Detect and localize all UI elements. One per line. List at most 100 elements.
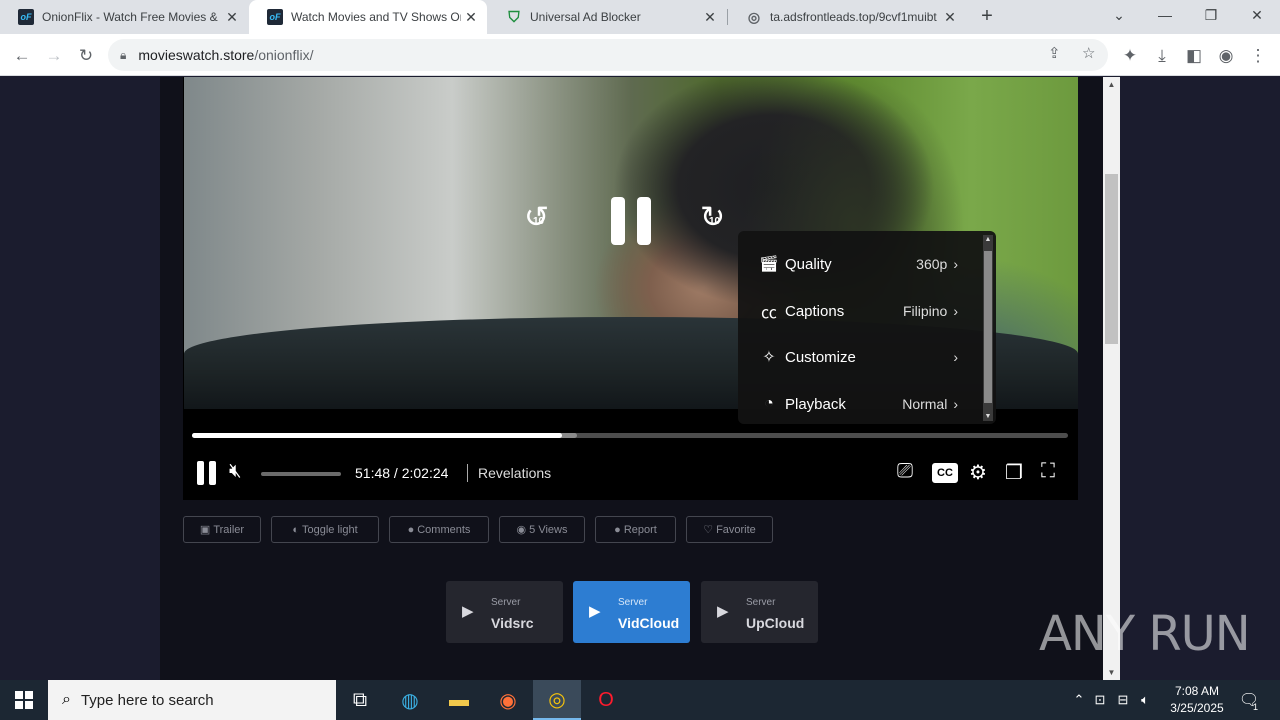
server-caption: Server bbox=[746, 597, 776, 608]
picture-in-picture-icon[interactable]: ❐ bbox=[1005, 460, 1023, 485]
toggle-light-button[interactable]: ◐ Toggle light bbox=[271, 516, 379, 543]
warning-icon: ● bbox=[614, 523, 621, 536]
address-bar[interactable]: 🔒︎ movieswatch.store/onionflix/ ⇪ ☆ bbox=[108, 39, 1108, 71]
server-caption: Server bbox=[618, 597, 648, 608]
seek-bar[interactable] bbox=[192, 433, 1068, 438]
volume-icon[interactable]: 🔈︎ bbox=[1134, 692, 1156, 708]
rewind-10-button[interactable]: ↺ 10 bbox=[524, 200, 549, 235]
muted-volume-icon[interactable]: 🔇︎ bbox=[229, 460, 242, 483]
fullscreen-icon[interactable]: ⛶ bbox=[1041, 460, 1055, 483]
menu-kebab-icon[interactable]: ⋮ bbox=[1244, 42, 1272, 70]
views-button[interactable]: ◉ 5 Views bbox=[499, 516, 585, 543]
favorite-button[interactable]: ♡ Favorite bbox=[686, 516, 773, 543]
close-window-button[interactable]: ✕ bbox=[1234, 0, 1280, 30]
tray-chevron-icon[interactable]: ⌃ bbox=[1070, 692, 1088, 708]
onionflix-icon: oF bbox=[267, 9, 283, 25]
pause-bar bbox=[611, 197, 625, 245]
time-display: 51:48 / 2:02:24 bbox=[355, 465, 449, 481]
comment-icon: ● bbox=[407, 523, 415, 536]
settings-item-captions[interactable]: ㏄ Captions Filipino › bbox=[758, 296, 958, 326]
bookmark-star-icon[interactable]: ☆ bbox=[1082, 44, 1095, 62]
extensions-icon[interactable]: ✦ bbox=[1116, 42, 1144, 70]
toggle-light-label: Toggle light bbox=[302, 523, 358, 536]
clapperboard-icon: 🎬︎ bbox=[758, 256, 780, 273]
page-scrollbar[interactable]: ▲ ▼ bbox=[1103, 77, 1120, 680]
cc-icon: ㏄ bbox=[760, 305, 777, 322]
report-button[interactable]: ● Report bbox=[595, 516, 676, 543]
play-icon: ▶ bbox=[717, 603, 729, 620]
globe-icon: ◎ bbox=[747, 8, 761, 25]
profile-avatar-icon[interactable]: ◉ bbox=[1212, 42, 1240, 70]
trailer-button[interactable]: ▣ Trailer bbox=[183, 516, 261, 543]
settings-item-customize[interactable]: ✧ Customize › bbox=[758, 342, 958, 372]
side-panel-icon[interactable]: ◧ bbox=[1180, 42, 1208, 70]
security-icon[interactable]: ⊡ bbox=[1088, 692, 1112, 708]
tab-watch-movies[interactable]: oF Watch Movies and TV Shows On ✕ bbox=[249, 0, 487, 34]
scroll-up-arrow-icon[interactable]: ▲ bbox=[1103, 80, 1120, 89]
server-upcloud[interactable]: ▶ Server UpCloud bbox=[701, 581, 818, 643]
settings-gear-icon[interactable]: ⚙ bbox=[969, 460, 987, 485]
windows-logo-icon bbox=[15, 691, 33, 709]
opera-icon[interactable]: O bbox=[582, 680, 630, 720]
tab-strip: oF OnionFlix - Watch Free Movies & ✕ oF … bbox=[0, 0, 1280, 34]
volume-slider[interactable] bbox=[261, 472, 341, 476]
forward-10-button[interactable]: ↻ 10 bbox=[700, 200, 725, 235]
scroll-up-arrow-icon[interactable]: ▲ bbox=[983, 236, 993, 243]
back-button[interactable]: ← bbox=[8, 42, 36, 70]
captions-button[interactable]: CC bbox=[932, 463, 958, 483]
tab-title: Universal Ad Blocker bbox=[530, 10, 641, 24]
scroll-down-arrow-icon[interactable]: ▼ bbox=[1103, 668, 1120, 677]
scrollbar-thumb[interactable] bbox=[984, 251, 992, 403]
search-icon: ⌕ bbox=[62, 691, 71, 708]
comments-button[interactable]: ● Comments bbox=[389, 516, 489, 543]
settings-item-playback[interactable]: ◔ Playback Normal › bbox=[758, 389, 958, 419]
file-explorer-icon[interactable]: ▬ bbox=[435, 680, 483, 720]
reload-button[interactable]: ↻ bbox=[72, 42, 100, 70]
control-bar: 🔇︎ 51:48 / 2:02:24 Revelations ⎚ CC ⚙ ❐ … bbox=[183, 454, 1078, 494]
chrome-icon[interactable]: ◎ bbox=[533, 680, 581, 720]
chevron-right-icon: › bbox=[953, 256, 958, 272]
restore-button[interactable]: ❐ bbox=[1188, 0, 1234, 30]
close-tab-icon[interactable]: ✕ bbox=[700, 9, 720, 26]
server-vidcloud[interactable]: ▶ Server VidCloud bbox=[573, 581, 690, 643]
trailer-label: Trailer bbox=[213, 523, 245, 536]
tab-onionflix[interactable]: oF OnionFlix - Watch Free Movies & ✕ bbox=[0, 0, 248, 34]
center-pause-button[interactable] bbox=[611, 197, 651, 245]
played-fill bbox=[192, 433, 562, 438]
cast-icon[interactable]: ⎚ bbox=[897, 460, 913, 483]
taskbar-search[interactable]: ⌕ Type here to search bbox=[48, 680, 336, 720]
tab-ads[interactable]: ◎ ta.adsfrontleads.top/9cvf1muibt ✕ bbox=[728, 0, 966, 34]
share-icon[interactable]: ⇪ bbox=[1048, 44, 1061, 62]
close-tab-icon[interactable]: ✕ bbox=[461, 9, 481, 26]
playback-value: Normal bbox=[902, 396, 948, 412]
notification-center-icon[interactable]: 🗨︎ 1 bbox=[1232, 680, 1266, 720]
download-icon[interactable]: ⤓ bbox=[1148, 42, 1176, 70]
server-vidsrc[interactable]: ▶ Server Vidsrc bbox=[446, 581, 563, 643]
pause-button[interactable] bbox=[197, 461, 219, 485]
edge-icon[interactable]: ◍ bbox=[386, 680, 434, 720]
tab-search-icon[interactable]: ⌄ bbox=[1096, 0, 1142, 30]
scrollbar-thumb[interactable] bbox=[1105, 174, 1118, 344]
new-tab-button[interactable]: + bbox=[976, 5, 998, 28]
scroll-down-arrow-icon[interactable]: ▼ bbox=[983, 413, 993, 420]
settings-scrollbar[interactable]: ▲ ▼ bbox=[983, 235, 993, 421]
tab-title: ta.adsfrontleads.top/9cvf1muibt bbox=[770, 10, 937, 24]
close-tab-icon[interactable]: ✕ bbox=[222, 9, 242, 26]
settings-item-quality[interactable]: 🎬︎ Quality 360p › bbox=[758, 249, 958, 279]
quality-value: 360p bbox=[916, 256, 948, 272]
adjust-icon: ◐ bbox=[292, 523, 299, 536]
search-placeholder: Type here to search bbox=[80, 691, 214, 709]
server-name: VidCloud bbox=[618, 615, 680, 631]
shield-icon: ⛉ bbox=[508, 8, 520, 26]
tab-ad-blocker[interactable]: ⛉ Universal Ad Blocker ✕ bbox=[488, 0, 726, 34]
close-tab-icon[interactable]: ✕ bbox=[940, 9, 960, 26]
firefox-icon[interactable]: ◉ bbox=[484, 680, 532, 720]
start-button[interactable] bbox=[0, 680, 48, 720]
network-icon[interactable]: ⊟ bbox=[1112, 692, 1134, 708]
task-view-icon[interactable]: ⧉ bbox=[336, 680, 384, 720]
minimize-button[interactable]: — bbox=[1142, 0, 1188, 30]
forward-seconds-label: 10 bbox=[709, 216, 721, 227]
forward-button[interactable]: → bbox=[40, 42, 68, 70]
taskbar-clock[interactable]: 7:08 AM 3/25/2025 bbox=[1162, 683, 1232, 717]
onionflix-icon: oF bbox=[18, 9, 34, 25]
